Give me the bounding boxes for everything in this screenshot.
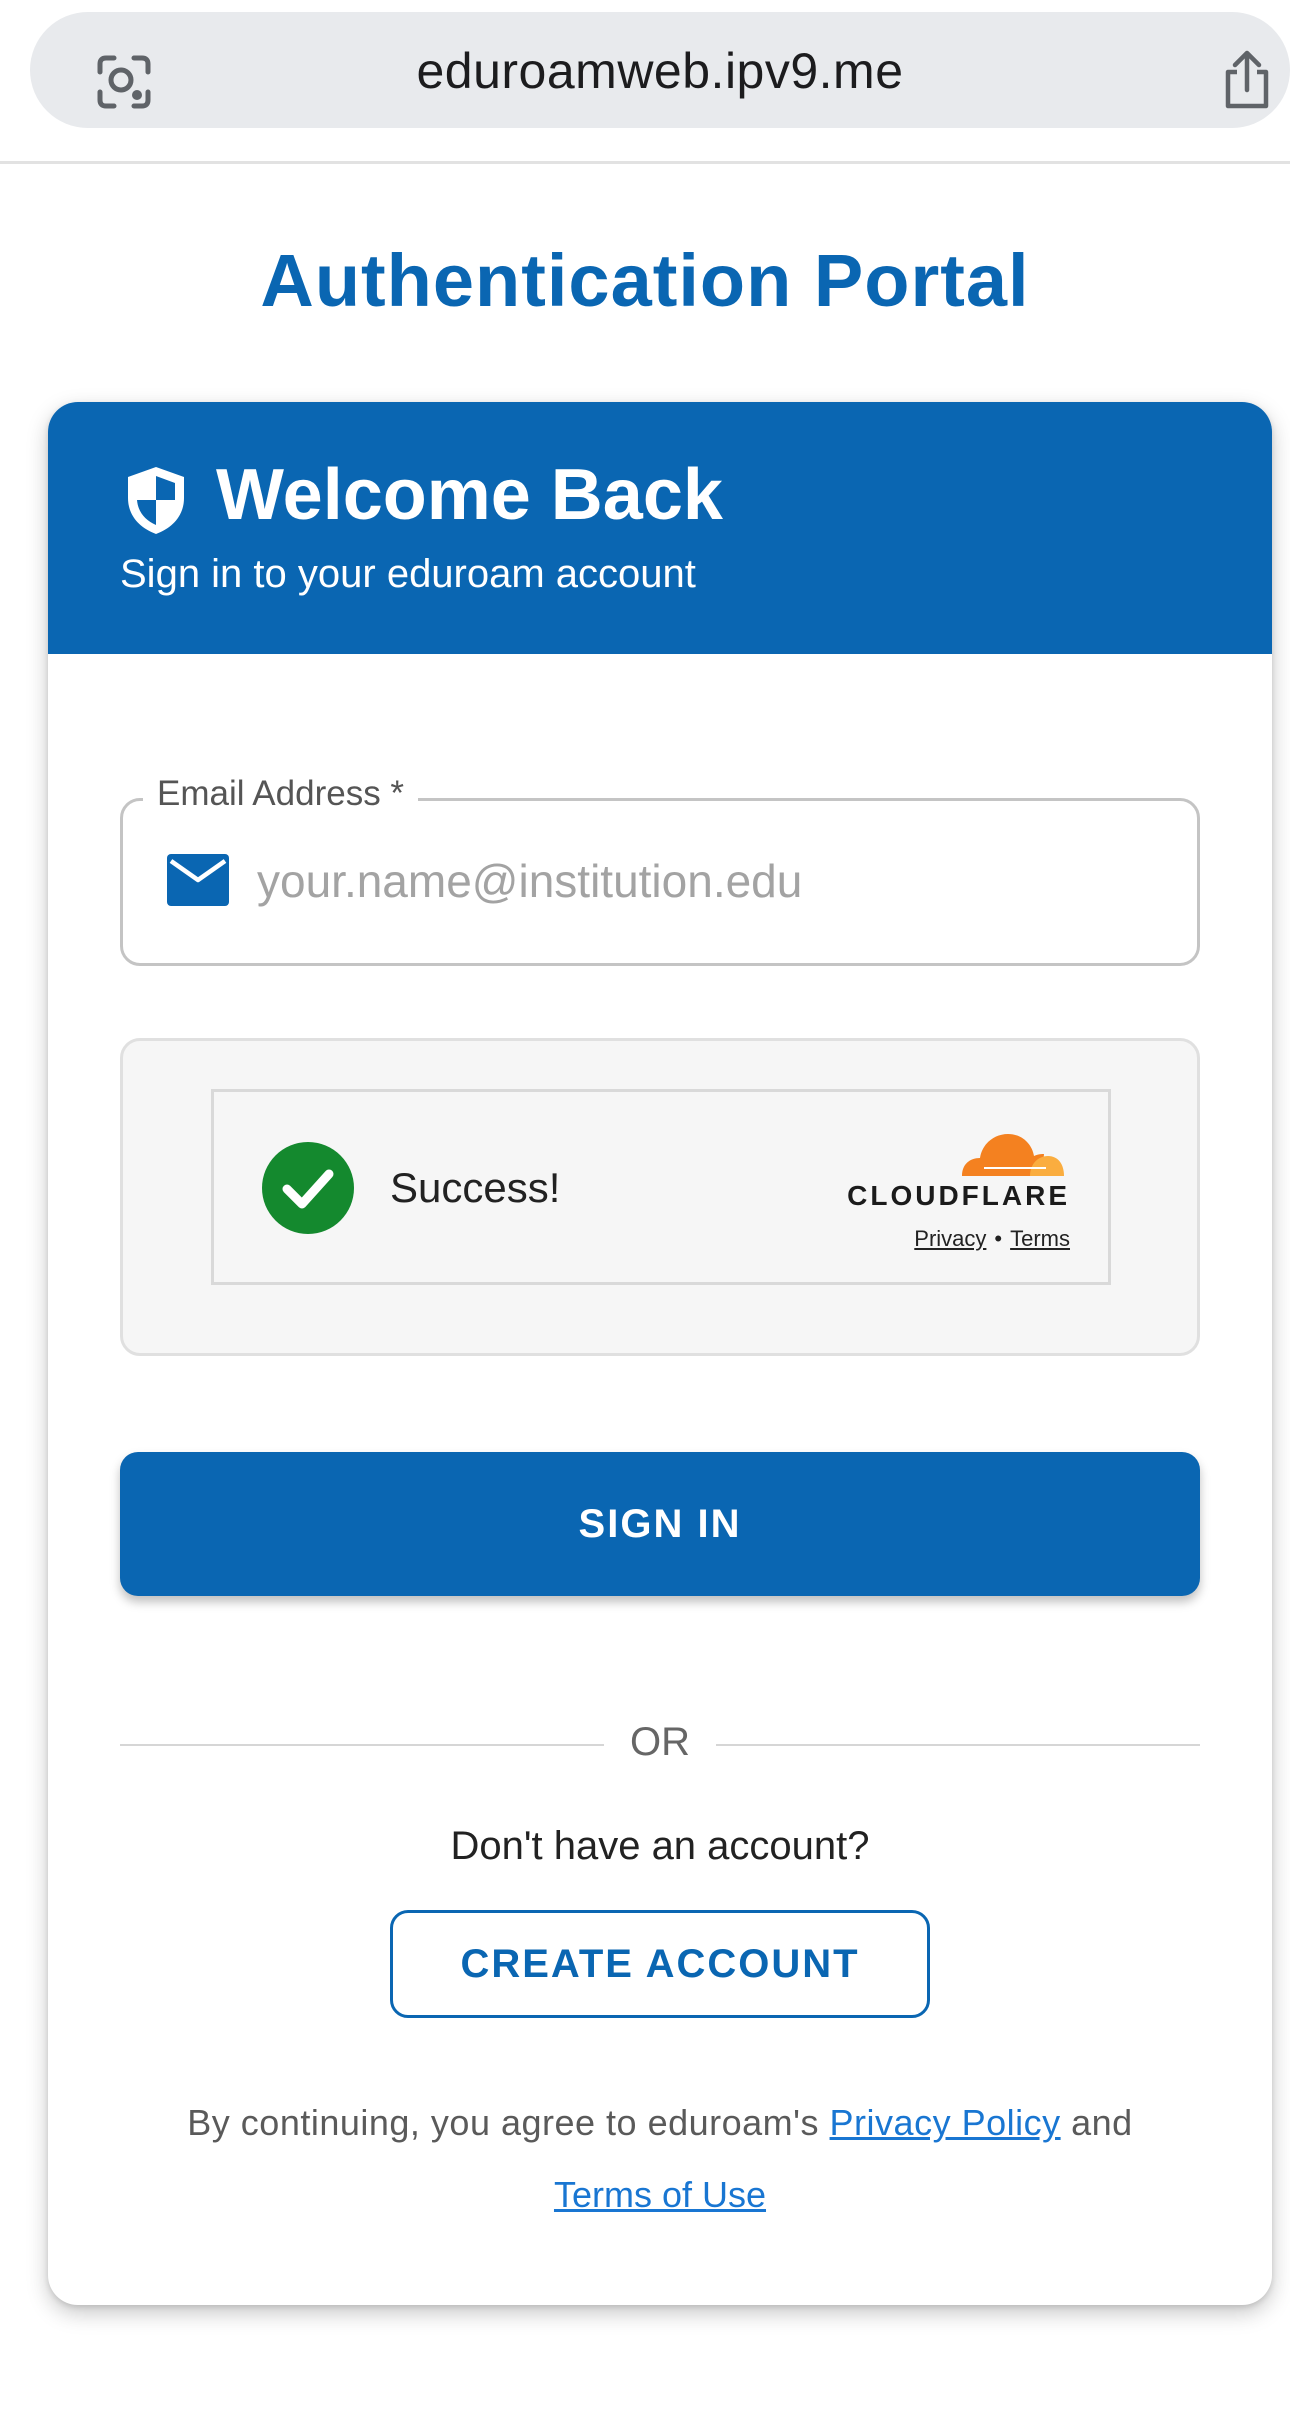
privacy-policy-link[interactable]: Privacy Policy: [830, 2102, 1061, 2143]
login-card: Welcome Back Sign in to your eduroam acc…: [48, 402, 1272, 2305]
share-icon[interactable]: [1220, 50, 1274, 112]
url-text[interactable]: eduroamweb.ipv9.me: [30, 42, 1290, 100]
toolbar-divider: [0, 161, 1290, 164]
email-input[interactable]: [257, 841, 1157, 921]
agreement-text-line2: Terms of Use: [48, 2174, 1272, 2216]
divider-line-left: [120, 1744, 604, 1746]
or-divider-text: OR: [630, 1720, 690, 1764]
captcha-container: Success! CLOUDFLARE Privacy • Terms: [120, 1038, 1200, 1356]
address-bar[interactable]: eduroamweb.ipv9.me: [30, 12, 1290, 128]
shield-icon: [128, 467, 184, 534]
welcome-title: Welcome Back: [216, 455, 723, 535]
agreement-prefix: By continuing, you agree to eduroam's: [187, 2102, 820, 2143]
no-account-text: Don't have an account?: [450, 1824, 870, 1868]
agreement-text: By continuing, you agree to eduroam's Pr…: [48, 2102, 1272, 2144]
check-circle-icon: [262, 1142, 354, 1234]
page-title: Authentication Portal: [260, 239, 1030, 322]
cloudflare-logo-text: CLOUDFLARE: [847, 1180, 1070, 1211]
terms-of-use-link[interactable]: Terms of Use: [554, 2174, 766, 2215]
captcha-link-separator: •: [994, 1226, 1003, 1251]
sign-in-button[interactable]: SIGN IN: [120, 1452, 1200, 1596]
cloudflare-cloud-icon: [962, 1134, 1064, 1176]
create-account-button[interactable]: CREATE ACCOUNT: [390, 1910, 930, 2018]
agreement-conjunction: and: [1071, 2102, 1133, 2143]
page: eduroamweb.ipv9.me Authentication Portal…: [0, 0, 1290, 2424]
email-field[interactable]: Email Address *: [120, 774, 1200, 966]
mail-icon: [167, 854, 229, 906]
captcha-links: Privacy • Terms: [824, 1226, 1070, 1252]
captcha-privacy-link[interactable]: Privacy: [914, 1226, 986, 1251]
turnstile-widget[interactable]: Success! CLOUDFLARE Privacy • Terms: [211, 1089, 1111, 1285]
card-header: Welcome Back Sign in to your eduroam acc…: [48, 402, 1272, 654]
captcha-status: Success!: [390, 1164, 561, 1211]
divider-line-right: [716, 1744, 1200, 1746]
welcome-subtitle: Sign in to your eduroam account: [120, 552, 696, 596]
captcha-terms-link[interactable]: Terms: [1010, 1226, 1070, 1251]
email-label: Email Address *: [143, 774, 419, 814]
